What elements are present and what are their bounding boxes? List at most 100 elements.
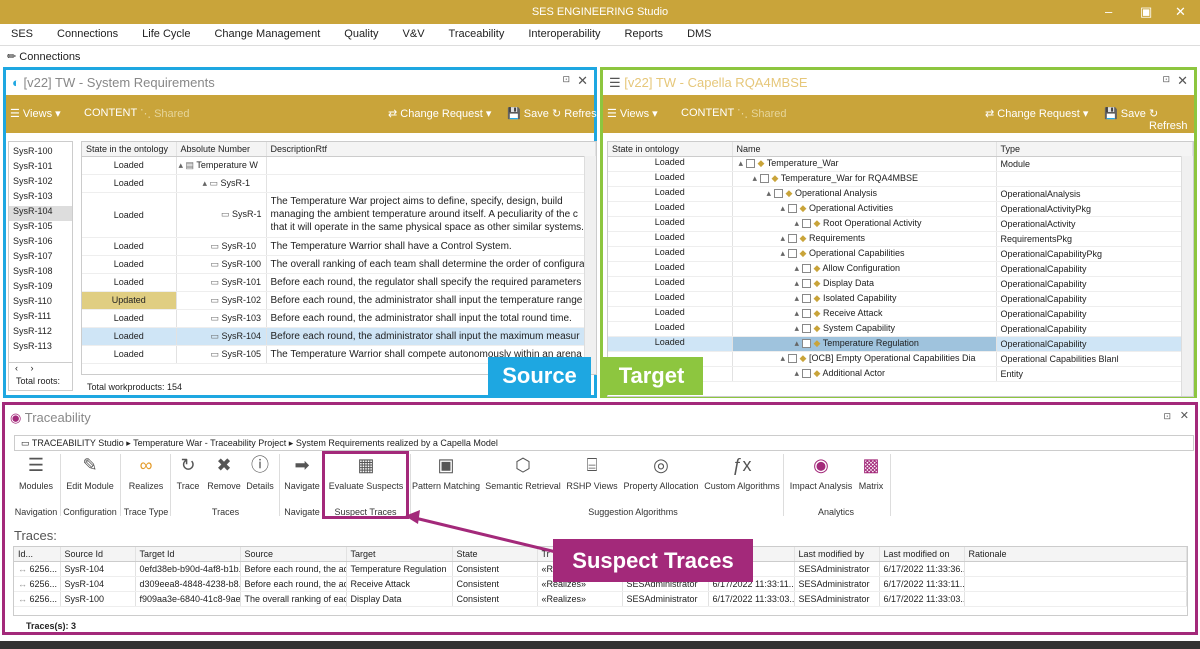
- source-id-item[interactable]: SysR-104: [9, 206, 72, 221]
- impact-analysis-button[interactable]: ◉ Impact Analysis: [786, 454, 856, 491]
- views-button[interactable]: ☰ Views ▾: [10, 107, 61, 120]
- pin-icon[interactable]: ⊡: [562, 74, 570, 85]
- table-row[interactable]: Loaded ▭ SysR-1 The Temperature War projec…: [82, 192, 596, 238]
- tree-checkbox[interactable]: [801, 309, 811, 319]
- expand-icon[interactable]: ▴: [795, 278, 802, 288]
- breadcrumb-item[interactable]: Temperature War - Traceability Project: [133, 438, 286, 448]
- source-column-header[interactable]: State in the ontology: [82, 142, 177, 157]
- expand-icon[interactable]: ▴: [767, 188, 774, 198]
- table-row[interactable]: Loaded ▴ ◆ Temperature Regulation Operatio…: [608, 336, 1193, 352]
- tree-checkbox[interactable]: [801, 339, 811, 349]
- breadcrumb-item[interactable]: TRACEABILITY Studio: [32, 438, 124, 448]
- table-row[interactable]: Loaded ▭ SysR-101 Before each round, the r…: [82, 273, 596, 292]
- target-column-header[interactable]: State in ontology: [608, 142, 733, 157]
- content-tab[interactable]: CONTENT: [681, 107, 734, 119]
- source-id-item[interactable]: SysR-103: [9, 191, 72, 206]
- source-column-header[interactable]: Absolute Number: [176, 142, 267, 157]
- pin-icon[interactable]: ⊡: [1163, 411, 1171, 422]
- close-icon[interactable]: ✕: [1175, 4, 1186, 20]
- realizes-button[interactable]: ∞ Realizes: [124, 454, 168, 491]
- source-id-item[interactable]: SysR-107: [9, 251, 72, 266]
- source-column-header[interactable]: DescriptionRtf: [266, 142, 596, 157]
- expand-icon[interactable]: ▴: [795, 263, 802, 273]
- table-row[interactable]: Loaded ▴ ◆ Root Operational Activity Opera…: [608, 216, 1193, 232]
- table-row[interactable]: Loaded ▭ SysR-100 The overall ranking of e…: [82, 255, 596, 274]
- change-request-button[interactable]: ⇄ Change Request ▾: [985, 107, 1088, 120]
- tree-checkbox[interactable]: [801, 264, 811, 274]
- close-icon[interactable]: ✕: [577, 73, 588, 89]
- menu-life-cycle[interactable]: Life Cycle: [142, 24, 190, 40]
- source-id-item[interactable]: SysR-109: [9, 281, 72, 296]
- modules-button[interactable]: ☰ Modules: [14, 454, 58, 491]
- trace-column-header[interactable]: Rationale: [964, 547, 1187, 562]
- tree-checkbox[interactable]: [787, 234, 797, 244]
- expand-icon[interactable]: ▴: [739, 158, 746, 168]
- trace-button[interactable]: ↻ Trace: [173, 454, 203, 491]
- change-request-button[interactable]: ⇄ Change Request ▾: [388, 107, 491, 120]
- matrix-button[interactable]: ▩ Matrix: [856, 454, 886, 491]
- menu-reports[interactable]: Reports: [625, 24, 664, 40]
- menu-traceability[interactable]: Traceability: [449, 24, 505, 40]
- source-id-item[interactable]: SysR-111: [9, 311, 72, 326]
- expand-icon[interactable]: ▴: [795, 218, 802, 228]
- menu-quality[interactable]: Quality: [344, 24, 378, 40]
- menu-connections[interactable]: Connections: [57, 24, 118, 40]
- source-id-item[interactable]: SysR-106: [9, 236, 72, 251]
- trace-column-header[interactable]: Last modified on: [879, 547, 965, 562]
- pattern-matching-button[interactable]: ▣ Pattern Matching: [410, 454, 482, 491]
- tree-checkbox[interactable]: [759, 174, 769, 184]
- expand-icon[interactable]: ▴: [781, 233, 788, 243]
- target-column-header[interactable]: Type: [996, 142, 1193, 157]
- breadcrumb-item[interactable]: System Requirements realized by a Capell…: [296, 438, 498, 448]
- menu-dms[interactable]: DMS: [687, 24, 711, 40]
- table-row[interactable]: Updated ▭ SysR-102 Before each round, the …: [82, 291, 596, 310]
- tree-checkbox[interactable]: [801, 279, 811, 289]
- table-row[interactable]: Loaded ▴ ▤ Temperature W: [82, 156, 596, 175]
- tree-checkbox[interactable]: [801, 369, 811, 379]
- table-row[interactable]: Loaded ▴ ◆ Display Data OperationalCapabil…: [608, 276, 1193, 292]
- tree-checkbox[interactable]: [787, 249, 797, 259]
- shared-tab[interactable]: ⋱ Shared: [140, 107, 190, 120]
- expand-icon[interactable]: ▴: [795, 293, 802, 303]
- table-row[interactable]: Loaded ▴ ◆ Isolated Capability Operational…: [608, 291, 1193, 307]
- refresh-button[interactable]: ↻ Refresh: [1149, 107, 1194, 132]
- expand-icon[interactable]: ▴: [753, 173, 760, 183]
- tree-checkbox[interactable]: [801, 219, 811, 229]
- menu-interoperability[interactable]: Interoperability: [528, 24, 600, 40]
- expand-icon[interactable]: ▴: [795, 338, 802, 348]
- table-row[interactable]: Loaded ▴ ◆ Temperature_War Module: [608, 156, 1193, 172]
- table-row[interactable]: Loaded ▭ SysR-103 Before each round, the a…: [82, 309, 596, 328]
- tree-checkbox[interactable]: [787, 204, 797, 214]
- source-id-item[interactable]: SysR-108: [9, 266, 72, 281]
- scroll-arrows[interactable]: ‹ ›: [9, 362, 72, 376]
- details-button[interactable]: ⓘ Details: [242, 454, 278, 491]
- source-id-item[interactable]: SysR-105: [9, 221, 72, 236]
- source-id-item[interactable]: SysR-100: [9, 146, 72, 161]
- views-button[interactable]: ☰ Views ▾: [607, 107, 658, 120]
- trace-column-header[interactable]: Last modified by: [794, 547, 880, 562]
- minimize-icon[interactable]: –: [1105, 4, 1112, 19]
- shared-tab[interactable]: ⋱ Shared: [737, 107, 787, 120]
- expand-icon[interactable]: ▴: [795, 308, 802, 318]
- menu-v-v[interactable]: V&V: [403, 24, 425, 40]
- table-row[interactable]: Loaded ▴ ▭ SysR-1: [82, 174, 596, 193]
- close-icon[interactable]: ✕: [1177, 73, 1188, 89]
- tree-checkbox[interactable]: [787, 354, 797, 364]
- save-button[interactable]: 💾 Save: [1104, 107, 1146, 120]
- source-id-item[interactable]: SysR-112: [9, 326, 72, 341]
- table-row[interactable]: Loaded ▴ ◆ Allow Configuration Operational…: [608, 261, 1193, 277]
- expand-icon[interactable]: ▴: [795, 323, 802, 333]
- pin-icon[interactable]: ⊡: [1162, 74, 1170, 85]
- table-row[interactable]: Loaded ▴ ◆ Receive Attack OperationalCapab…: [608, 306, 1193, 322]
- table-row[interactable]: Loaded ▭ SysR-104 Before each round, the a…: [82, 327, 596, 346]
- trace-column-header[interactable]: Id...: [14, 547, 61, 562]
- source-id-item[interactable]: SysR-102: [9, 176, 72, 191]
- menu-ses[interactable]: SES: [11, 24, 33, 40]
- source-scrollbar[interactable]: [584, 156, 596, 374]
- table-row[interactable]: Loaded ▭ SysR-10 The Temperature Warrior s…: [82, 237, 596, 256]
- tree-checkbox[interactable]: [745, 159, 755, 169]
- table-row[interactable]: Loaded ▴ ◆ Operational Analysis Operationa…: [608, 186, 1193, 202]
- source-id-item[interactable]: SysR-110: [9, 296, 72, 311]
- source-id-item[interactable]: SysR-101: [9, 161, 72, 176]
- table-row[interactable]: Loaded ▴ ◆ Operational Capabilities Operat…: [608, 246, 1193, 262]
